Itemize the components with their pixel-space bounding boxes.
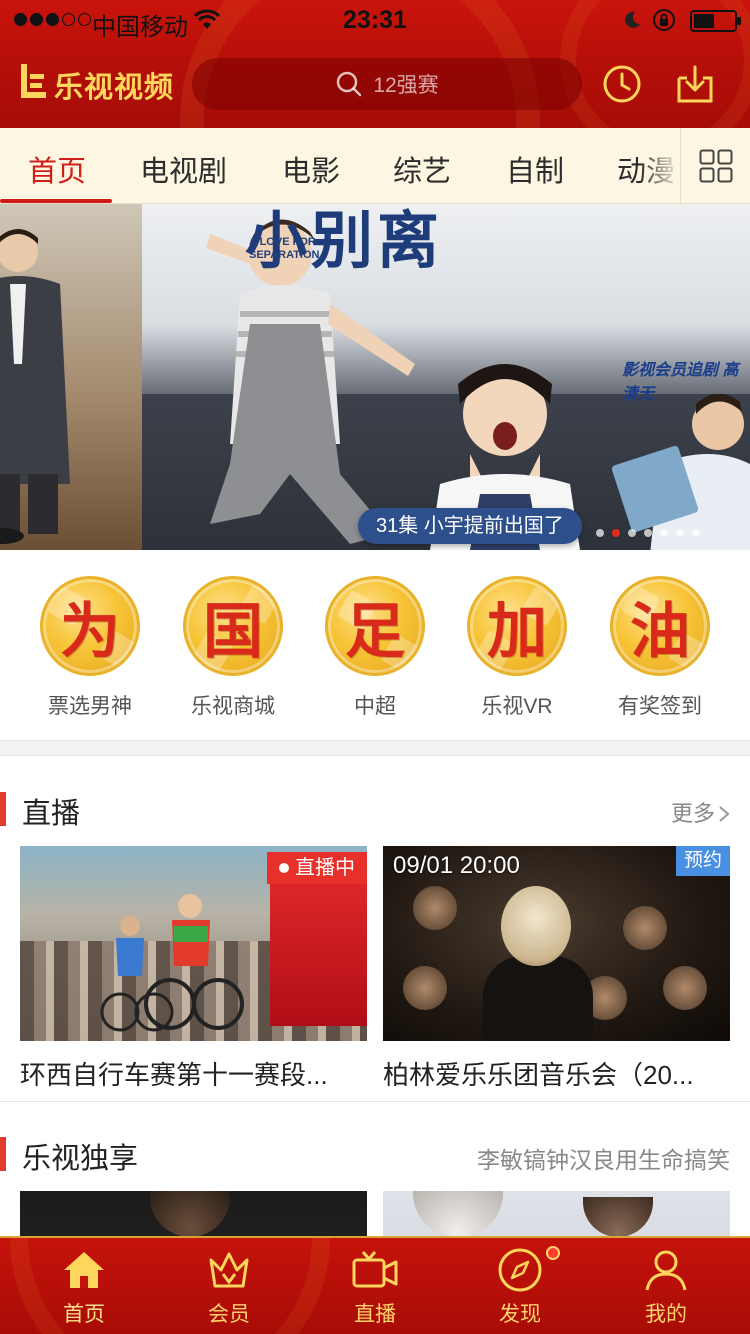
gold-football-badge-icon: 国	[183, 576, 283, 676]
exclusive-section-header: 乐视独享 李敏镐钟汉良用生命搞笑	[0, 1121, 750, 1181]
gold-football-badge-icon: 加	[467, 576, 567, 676]
more-link[interactable]: 更多	[671, 796, 730, 828]
app-logo-text: 乐视视频	[54, 72, 175, 104]
shortcut-csl[interactable]: 足 中超	[305, 576, 445, 720]
shortcut-label: 中超	[354, 695, 396, 718]
active-tab-indicator	[0, 199, 112, 203]
reserve-badge[interactable]: 预约	[675, 846, 730, 876]
gold-football-badge-icon: 为	[40, 576, 140, 676]
letv-logo-icon	[21, 64, 46, 98]
more-label: 更多	[670, 801, 715, 826]
prev-banner-slide[interactable]	[0, 204, 142, 550]
page-dot-active	[612, 529, 620, 537]
banner-caption: 31集 小宇提前出国了	[358, 508, 582, 544]
search-icon	[337, 71, 362, 97]
download-icon[interactable]	[676, 64, 714, 104]
man-illustration	[611, 394, 750, 550]
shortcut-mall[interactable]: 国 乐视商城	[163, 576, 303, 720]
compass-icon	[498, 1248, 542, 1292]
shortcut-grid: 为 票选男神 国 乐视商城 足 中超 加 乐视VR 油 有奖签到	[0, 550, 750, 740]
tab-variety[interactable]: 综艺	[393, 148, 451, 204]
all-channels-button[interactable]	[680, 128, 750, 203]
shortcut-label: 有奖签到	[618, 695, 702, 718]
person-icon	[645, 1250, 687, 1291]
banner-member-tag: 影视会员追剧 高清无	[622, 362, 739, 403]
page-dot	[628, 529, 636, 537]
home-icon	[64, 1252, 104, 1288]
banner-pagination	[596, 529, 700, 537]
bottom-tab-vip[interactable]: 会员	[169, 1246, 289, 1328]
bottom-tab-live[interactable]: 直播	[315, 1246, 435, 1328]
card-title: 环西自行车赛第十一赛段...	[20, 1060, 328, 1090]
video-camera-icon	[352, 1251, 398, 1288]
live-card-cycling[interactable]: 直播中 环西自行车赛第十一赛段...	[20, 846, 367, 1092]
live-card-concert[interactable]: 09/01 20:00 预约 柏林爱乐乐团音乐会（20...	[383, 846, 730, 1092]
tab-tv-series[interactable]: 电视剧	[140, 148, 227, 204]
broadcast-time: 09/01 20:00	[393, 852, 520, 879]
moon-icon	[625, 11, 640, 28]
live-status-badge: 直播中	[267, 852, 367, 884]
channel-tabs: 首页 电视剧 电影 综艺 自制 动漫	[0, 128, 750, 204]
page-dot	[644, 529, 652, 537]
banner-english-title: A LOVE FOR SEPARATION	[249, 236, 320, 261]
page-dot	[676, 529, 684, 537]
shortcut-label: 乐视VR	[481, 695, 553, 718]
shortcut-vote-idol[interactable]: 为 票选男神	[20, 576, 160, 720]
page-dot	[660, 529, 668, 537]
history-clock-icon[interactable]	[602, 64, 642, 104]
app-header: 中国移动 23:31 乐视视频 12强赛	[0, 0, 750, 128]
search-input[interactable]: 12强赛	[192, 58, 582, 110]
app-bar: 乐视视频 12强赛	[0, 40, 750, 128]
notification-dot	[546, 1246, 560, 1260]
cyclists-illustration	[100, 894, 244, 1032]
section-subtitle-link[interactable]: 李敏镐钟汉良用生命搞笑	[477, 1141, 730, 1175]
chevron-right-icon	[719, 806, 730, 822]
hero-banner[interactable]: 小别离 A LOVE FOR SEPARATION 31集 小宇提前出国了 影视…	[0, 204, 750, 550]
shortcut-vr[interactable]: 加 乐视VR	[447, 576, 587, 720]
shortcut-checkin[interactable]: 油 有奖签到	[590, 576, 730, 720]
section-title: 乐视独享	[22, 1143, 139, 1175]
grid-icon	[699, 149, 732, 182]
section-divider	[0, 1101, 750, 1102]
tab-home[interactable]: 首页	[28, 148, 86, 204]
page-dot	[692, 529, 700, 537]
crown-icon	[209, 1252, 249, 1288]
tab-original[interactable]: 自制	[506, 148, 564, 204]
page-dot	[596, 529, 604, 537]
bottom-tab-discover[interactable]: 发现	[460, 1246, 580, 1328]
bottom-tab-home[interactable]: 首页	[24, 1246, 144, 1328]
shortcut-label: 票选男神	[48, 695, 132, 718]
live-section-header: 直播 更多	[0, 776, 750, 836]
person-illustration	[0, 229, 70, 544]
status-bar: 中国移动 23:31	[0, 0, 750, 41]
bottom-tab-mine[interactable]: 我的	[606, 1246, 726, 1328]
section-separator	[0, 740, 750, 756]
bottom-tab-bar: 首页 会员 直播 发现 我的	[0, 1236, 750, 1334]
tab-movies[interactable]: 电影	[282, 148, 340, 204]
card-title: 柏林爱乐乐团音乐会（20...	[383, 1060, 694, 1090]
cycling-thumbnail: 直播中	[20, 846, 367, 1041]
battery-icon	[690, 10, 741, 32]
search-placeholder: 12强赛	[373, 74, 439, 97]
section-title: 直播	[22, 798, 81, 830]
shortcut-label: 乐视商城	[191, 695, 275, 718]
live-dot-icon	[279, 863, 289, 873]
gold-football-badge-icon: 油	[610, 576, 710, 676]
rotation-lock-icon	[653, 9, 675, 31]
gold-football-badge-icon: 足	[325, 576, 425, 676]
concert-thumbnail: 09/01 20:00 预约	[383, 846, 730, 1041]
